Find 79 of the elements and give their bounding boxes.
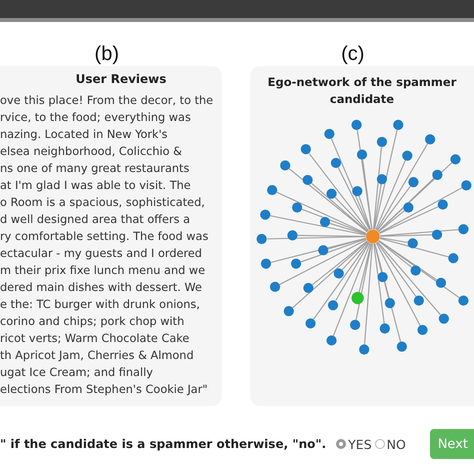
review-text-line: ectacular - my guests and I ordered <box>0 246 203 262</box>
review-text-line: at I'm glad I was able to visit. The <box>0 178 192 194</box>
review-text-line: e the: TC burger with drunk onions, <box>0 297 201 313</box>
network-node <box>305 318 316 328</box>
network-node <box>260 210 270 220</box>
network-node <box>378 272 388 282</box>
center-node <box>366 230 380 244</box>
review-text-line: elsea neighborhood, Colicchio & <box>0 144 183 160</box>
review-text-line: elections From Stephen's Cookie Jar" <box>0 382 209 398</box>
network-node <box>356 150 368 160</box>
network-node <box>256 234 267 244</box>
review-text-line: nazing. Located in New York's <box>0 127 169 143</box>
review-text-line: ugat Ice Cream; and finally <box>0 365 154 381</box>
network-node <box>438 200 448 210</box>
network-node <box>284 306 294 316</box>
network-node <box>303 282 314 293</box>
panel-label: (c) <box>340 43 366 66</box>
network-node <box>402 150 412 161</box>
review-text-line: ove this place! From the decor, to the <box>0 93 214 109</box>
network-node <box>287 230 298 240</box>
network-node <box>384 298 395 308</box>
network-node <box>267 185 278 196</box>
network-node <box>280 160 290 171</box>
review-text-line: o Room is a spacious, sophisticated, <box>0 195 206 211</box>
review-text-line: m their prix fixe lunch menu and we <box>0 263 206 279</box>
review-text-line: ricot verts; Warm Chocolate Cake <box>0 331 190 347</box>
review-text-line: th Apricot Jam, Cherries & Almond <box>0 348 195 364</box>
panel-title: User Reviews <box>74 72 168 86</box>
radio-option[interactable]: NO <box>374 436 409 452</box>
network-node <box>458 296 469 306</box>
review-text-line: ry comfortable setting. The food was <box>0 229 210 245</box>
network-node <box>393 120 404 130</box>
review-text-line: corino and chips; pork chop with <box>0 314 186 330</box>
network-node <box>260 258 272 269</box>
network-node <box>320 216 330 228</box>
network-node <box>318 245 328 256</box>
network-node <box>300 144 311 154</box>
network-node <box>352 186 362 196</box>
review-text-line: ns one of many great restaurants <box>0 161 190 177</box>
network-node <box>324 128 334 139</box>
network-node <box>448 253 458 264</box>
network-node <box>330 158 341 168</box>
network-node <box>376 174 387 184</box>
review-text-line: dered main dishes with dessert. We <box>0 280 203 296</box>
network-node <box>414 296 424 306</box>
network-node <box>376 136 387 147</box>
network-node <box>359 344 370 355</box>
network-node <box>461 180 472 190</box>
network-node <box>326 335 337 346</box>
network-node <box>350 320 360 330</box>
network-node <box>436 278 446 288</box>
network-node <box>450 154 461 164</box>
radio-option[interactable]: YES <box>336 436 375 452</box>
network-node <box>403 202 414 213</box>
network-node <box>334 268 344 278</box>
network-node <box>408 177 419 188</box>
network-node <box>432 230 442 240</box>
network-node <box>328 300 338 310</box>
network-node <box>352 120 362 130</box>
network-node <box>417 324 428 336</box>
network-node <box>425 134 436 144</box>
question-text: " if the candidate is a spammer otherwise, "no". <box>0 437 326 451</box>
network-node <box>396 342 407 352</box>
network-node <box>380 323 390 334</box>
review-text-line: rvice, to the food; everything was <box>0 110 192 126</box>
highlighted-node <box>352 292 364 304</box>
network-node <box>432 170 442 180</box>
network-node <box>270 282 280 292</box>
network-node <box>408 238 418 248</box>
network-node <box>302 174 313 186</box>
network-node <box>290 258 302 269</box>
network-node <box>410 265 421 276</box>
network-node <box>458 224 469 234</box>
panel-label: (b) <box>94 43 120 66</box>
network-node <box>438 314 449 324</box>
review-text-line: d well designed area that offers a <box>0 212 192 228</box>
panel-title: Ego-network of the spammer candidate <box>266 74 458 108</box>
network-node <box>326 188 337 199</box>
network-node <box>292 202 302 213</box>
